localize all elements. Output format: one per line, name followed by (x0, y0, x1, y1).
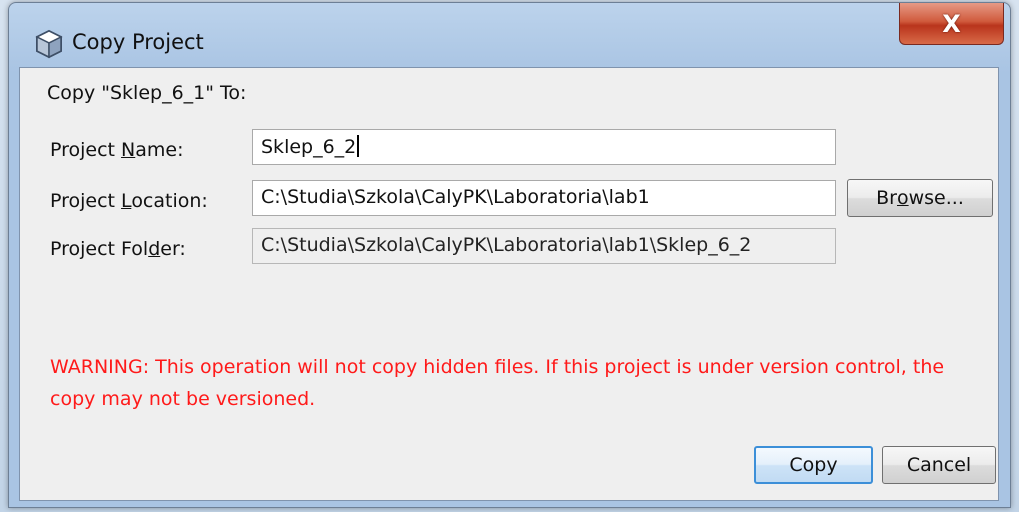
project-location-label: Project Location: (50, 190, 208, 212)
project-folder-field: C:\Studia\Szkola\CalyPK\Laboratoria\lab1… (252, 228, 836, 264)
text-caret (357, 135, 360, 157)
title-bar: Copy Project X (9, 3, 1010, 67)
project-name-input[interactable]: Sklep_6_2 (252, 129, 836, 165)
warning-message: WARNING: This operation will not copy hi… (50, 356, 945, 410)
project-name-label: Project Name: (50, 139, 184, 161)
cancel-button[interactable]: Cancel (882, 446, 996, 484)
close-icon: X (942, 9, 961, 38)
copy-button[interactable]: Copy (754, 446, 873, 484)
copy-heading: Copy "Sklep_6_1" To: (47, 82, 247, 104)
cube-icon (34, 29, 64, 59)
close-button[interactable]: X (899, 3, 1004, 45)
project-folder-label: Project Folder: (50, 238, 186, 260)
dialog-title: Copy Project (72, 30, 204, 54)
project-location-input[interactable]: C:\Studia\Szkola\CalyPK\Laboratoria\lab1 (252, 180, 836, 216)
copy-project-dialog: Copy Project X Copy "Sklep_6_1" To: Proj… (8, 2, 1011, 508)
dialog-content: Copy "Sklep_6_1" To: Project Name: Sklep… (19, 67, 999, 501)
browse-button[interactable]: Br o wse... (847, 179, 993, 217)
